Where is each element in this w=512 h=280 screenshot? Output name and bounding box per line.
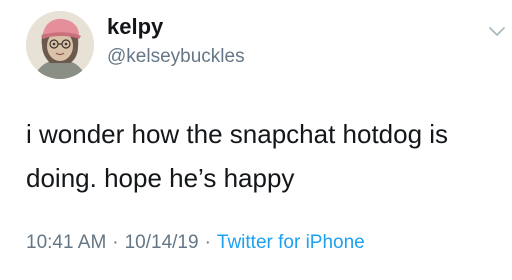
chevron-down-icon[interactable] [488, 26, 506, 40]
display-name[interactable]: kelpy [107, 14, 163, 40]
tweet-text-line: i wonder how the snapchat hotdog is [26, 119, 449, 149]
tweet-text: i wonder how the snapchat hotdog is doin… [26, 112, 496, 200]
user-handle[interactable]: @kelseybuckles [107, 46, 245, 69]
tweet-time[interactable]: 10:41 AM [26, 232, 106, 253]
avatar[interactable] [26, 11, 94, 79]
tweet-source-link[interactable]: Twitter for iPhone [217, 232, 365, 253]
tweet-text-line: doing. hope he’s happy [26, 163, 295, 193]
tweet-date[interactable]: 10/14/19 [125, 232, 199, 253]
meta-separator: · [112, 232, 119, 253]
avatar-illustration [26, 11, 94, 79]
tweet-meta: 10:41 AM · 10/14/19 · Twitter for iPhone [26, 232, 365, 255]
tweet-card: kelpy @kelseybuckles i wonder how the sn… [0, 0, 512, 280]
meta-separator: · [204, 232, 211, 253]
